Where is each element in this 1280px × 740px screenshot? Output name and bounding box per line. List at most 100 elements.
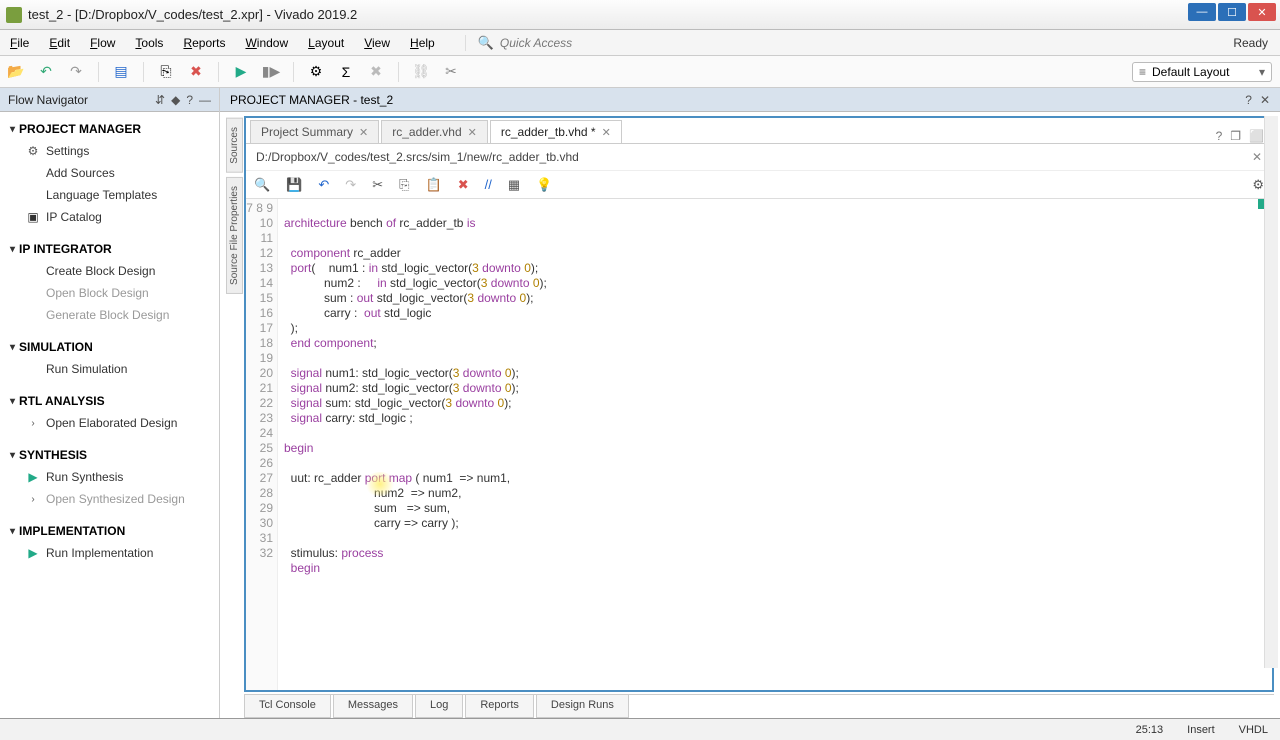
window-title: test_2 - [D:/Dropbox/V_codes/test_2.xpr]… bbox=[28, 7, 357, 22]
ready-status: Ready bbox=[1233, 36, 1268, 50]
help-icon[interactable]: ? bbox=[1245, 93, 1252, 107]
sidebar-item-run-sim[interactable]: Run Simulation bbox=[20, 358, 215, 380]
sidebar-item-add-sources[interactable]: Add Sources bbox=[20, 162, 215, 184]
gear-icon[interactable]: ⚙ bbox=[308, 64, 324, 80]
nav-group-sim[interactable]: ▾SIMULATION bbox=[4, 336, 215, 358]
insert-mode: Insert bbox=[1187, 724, 1215, 736]
menu-reports[interactable]: Reports bbox=[173, 32, 235, 54]
redo-icon[interactable]: ↷ bbox=[68, 64, 84, 80]
step-icon[interactable]: ▮▶ bbox=[263, 64, 279, 80]
menu-window[interactable]: Window bbox=[235, 32, 298, 54]
chevron-right-icon: › bbox=[26, 494, 40, 505]
sidebar-item-lang-templates[interactable]: Language Templates bbox=[20, 184, 215, 206]
menu-bar: FileEditFlowToolsReportsWindowLayoutView… bbox=[0, 30, 1280, 56]
nav-group-pm[interactable]: ▾PROJECT MANAGER bbox=[4, 118, 215, 140]
close-button[interactable]: ✕ bbox=[1248, 3, 1276, 21]
sidebar-item-open-block: Open Block Design bbox=[20, 282, 215, 304]
run-icon[interactable]: ▶ bbox=[233, 64, 249, 80]
help-icon[interactable]: ? bbox=[186, 93, 193, 107]
open-icon[interactable]: 📂 bbox=[8, 64, 24, 80]
editor-tab[interactable]: rc_adder.vhd✕ bbox=[381, 120, 488, 143]
menu-help[interactable]: Help bbox=[400, 32, 445, 54]
collapse-icon[interactable]: ⇵ bbox=[155, 93, 165, 107]
sidebar-item-settings[interactable]: ⚙Settings bbox=[20, 140, 215, 162]
delete-icon[interactable]: ✖ bbox=[458, 177, 469, 193]
editor-tab[interactable]: rc_adder_tb.vhd *✕ bbox=[490, 120, 622, 143]
editor-settings-icon[interactable]: ⚙ bbox=[1252, 177, 1264, 193]
format-icon[interactable]: ▦ bbox=[508, 177, 520, 193]
cursor-position: 25:13 bbox=[1136, 724, 1164, 736]
status-bar: 25:13 Insert VHDL bbox=[0, 718, 1280, 740]
code-editor[interactable]: 7 8 9 10 11 12 13 14 15 16 17 18 19 20 2… bbox=[246, 199, 1272, 690]
project-manager-header: PROJECT MANAGER - test_2 bbox=[230, 93, 393, 107]
tab-help-icon[interactable]: ? bbox=[1216, 129, 1223, 143]
menu-layout[interactable]: Layout bbox=[298, 32, 354, 54]
flow-navigator-title: Flow Navigator bbox=[8, 93, 88, 107]
maximize-button[interactable]: ☐ bbox=[1218, 3, 1246, 21]
layout-select[interactable]: ≡ Default Layout ▾ bbox=[1132, 62, 1272, 82]
find-icon[interactable]: 🔍 bbox=[254, 177, 270, 193]
bottom-tab-reports[interactable]: Reports bbox=[465, 695, 534, 718]
min-panel-icon[interactable]: — bbox=[199, 93, 211, 107]
close-tab-icon[interactable]: ✕ bbox=[602, 126, 611, 139]
bulb-icon[interactable]: 💡 bbox=[536, 177, 552, 193]
sigma-icon[interactable]: Σ bbox=[338, 64, 354, 80]
layout-icon: ≡ bbox=[1139, 65, 1146, 79]
nav-group-impl[interactable]: ▾IMPLEMENTATION bbox=[4, 520, 215, 542]
play-icon: ▶ bbox=[26, 470, 40, 484]
app-icon bbox=[6, 7, 22, 23]
cut-icon[interactable]: ✂ bbox=[372, 177, 383, 193]
cancel-icon[interactable]: ✖ bbox=[188, 64, 204, 80]
menu-tools[interactable]: Tools bbox=[125, 32, 173, 54]
tab-restore-icon[interactable]: ❐ bbox=[1230, 129, 1241, 143]
menu-flow[interactable]: Flow bbox=[80, 32, 125, 54]
bottom-tab-design-runs[interactable]: Design Runs bbox=[536, 695, 629, 718]
undo-icon[interactable]: ↶ bbox=[38, 64, 54, 80]
nav-group-rtl[interactable]: ▾RTL ANALYSIS bbox=[4, 390, 215, 412]
close-panel-icon[interactable]: ✕ bbox=[1260, 93, 1270, 107]
editor-tab[interactable]: Project Summary✕ bbox=[250, 120, 379, 143]
copy-edit-icon[interactable]: ⎘ bbox=[399, 177, 409, 193]
flow-navigator-panel: Flow Navigator ⇵ ◆ ? — ▾PROJECT MANAGER … bbox=[0, 88, 220, 718]
menu-view[interactable]: View bbox=[354, 32, 400, 54]
comment-icon[interactable]: // bbox=[485, 177, 492, 192]
expand-icon[interactable]: ◆ bbox=[171, 93, 180, 107]
quick-access-box[interactable]: 🔍 Quick Access bbox=[465, 35, 572, 51]
search-icon: 🔍 bbox=[478, 35, 494, 51]
nav-group-ip[interactable]: ▾IP INTEGRATOR bbox=[4, 238, 215, 260]
sidebar-item-run-impl[interactable]: ▶Run Implementation bbox=[20, 542, 215, 564]
bottom-tab-log[interactable]: Log bbox=[415, 695, 463, 718]
close-tab-icon[interactable]: ✕ bbox=[359, 126, 368, 139]
minimize-button[interactable]: — bbox=[1188, 3, 1216, 21]
save-icon[interactable]: ▤ bbox=[113, 64, 129, 80]
side-tab-props[interactable]: Source File Properties bbox=[226, 177, 243, 294]
quick-access-label: Quick Access bbox=[500, 36, 572, 50]
navigator-scrollbar[interactable] bbox=[1264, 116, 1278, 668]
link-icon[interactable]: ⛓ bbox=[413, 64, 429, 80]
sidebar-item-ip-catalog[interactable]: ▣IP Catalog bbox=[20, 206, 215, 228]
copy-icon[interactable]: ⎘ bbox=[158, 64, 174, 80]
cancel2-icon[interactable]: ✖ bbox=[368, 64, 384, 80]
sidebar-item-create-block[interactable]: Create Block Design bbox=[20, 260, 215, 282]
tab-max-icon[interactable]: ⬜ bbox=[1249, 129, 1264, 143]
language-mode: VHDL bbox=[1239, 724, 1268, 736]
redo-edit-icon[interactable]: ↷ bbox=[345, 177, 356, 193]
sidebar-item-run-syn[interactable]: ▶Run Synthesis bbox=[20, 466, 215, 488]
pin-icon[interactable]: ✂ bbox=[443, 64, 459, 80]
sidebar-item-gen-block: Generate Block Design bbox=[20, 304, 215, 326]
bottom-tabs: Tcl ConsoleMessagesLogReportsDesign Runs bbox=[244, 694, 1274, 718]
nav-group-syn[interactable]: ▾SYNTHESIS bbox=[4, 444, 215, 466]
sidebar-item-open-elab[interactable]: ›Open Elaborated Design bbox=[20, 412, 215, 434]
menu-edit[interactable]: Edit bbox=[39, 32, 80, 54]
bottom-tab-messages[interactable]: Messages bbox=[333, 695, 413, 718]
paste-icon[interactable]: 📋 bbox=[426, 177, 442, 193]
side-tab-sources[interactable]: Sources bbox=[226, 118, 243, 173]
menu-file[interactable]: File bbox=[0, 32, 39, 54]
layout-label: Default Layout bbox=[1152, 65, 1229, 79]
window-titlebar: test_2 - [D:/Dropbox/V_codes/test_2.xpr]… bbox=[0, 0, 1280, 30]
undo-edit-icon[interactable]: ↶ bbox=[318, 177, 329, 193]
bottom-tab-tcl-console[interactable]: Tcl Console bbox=[244, 695, 331, 718]
save-file-icon[interactable]: 💾 bbox=[286, 177, 302, 193]
close-file-icon[interactable]: ✕ bbox=[1252, 150, 1262, 164]
close-tab-icon[interactable]: ✕ bbox=[468, 126, 477, 139]
